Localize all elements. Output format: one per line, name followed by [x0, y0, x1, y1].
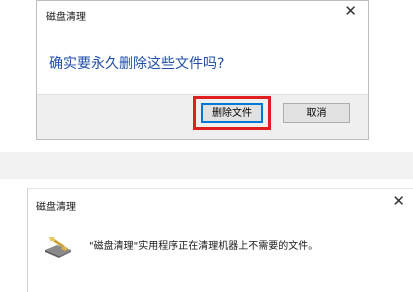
delete-files-button[interactable]: 删除文件 — [201, 103, 263, 123]
separator-strip — [0, 152, 413, 179]
close-icon[interactable]: ✕ — [392, 194, 405, 209]
close-icon[interactable]: ✕ — [344, 4, 357, 19]
dialog-title: 磁盘清理 — [46, 12, 86, 23]
disk-cleanup-progress-dialog: 磁盘清理 ✕ "磁盘清理"实用程序正在清理机器上不需要的文件。 — [27, 188, 413, 292]
disk-cleanup-icon — [45, 237, 71, 258]
screenshot-canvas: 磁盘清理 ✕ 确实要永久删除这些文件吗? 删除文件 取消 磁盘清理 ✕ "磁盘清… — [0, 0, 413, 292]
cancel-button[interactable]: 取消 — [283, 103, 350, 123]
cleanup-status-message: "磁盘清理"实用程序正在清理机器上不需要的文件。 — [89, 241, 319, 252]
dialog-footer: 删除文件 取消 — [37, 94, 368, 139]
confirm-delete-dialog: 磁盘清理 ✕ 确实要永久删除这些文件吗? 删除文件 取消 — [36, 0, 369, 140]
dialog-title: 磁盘清理 — [36, 202, 76, 213]
confirm-question: 确实要永久删除这些文件吗? — [49, 56, 225, 72]
